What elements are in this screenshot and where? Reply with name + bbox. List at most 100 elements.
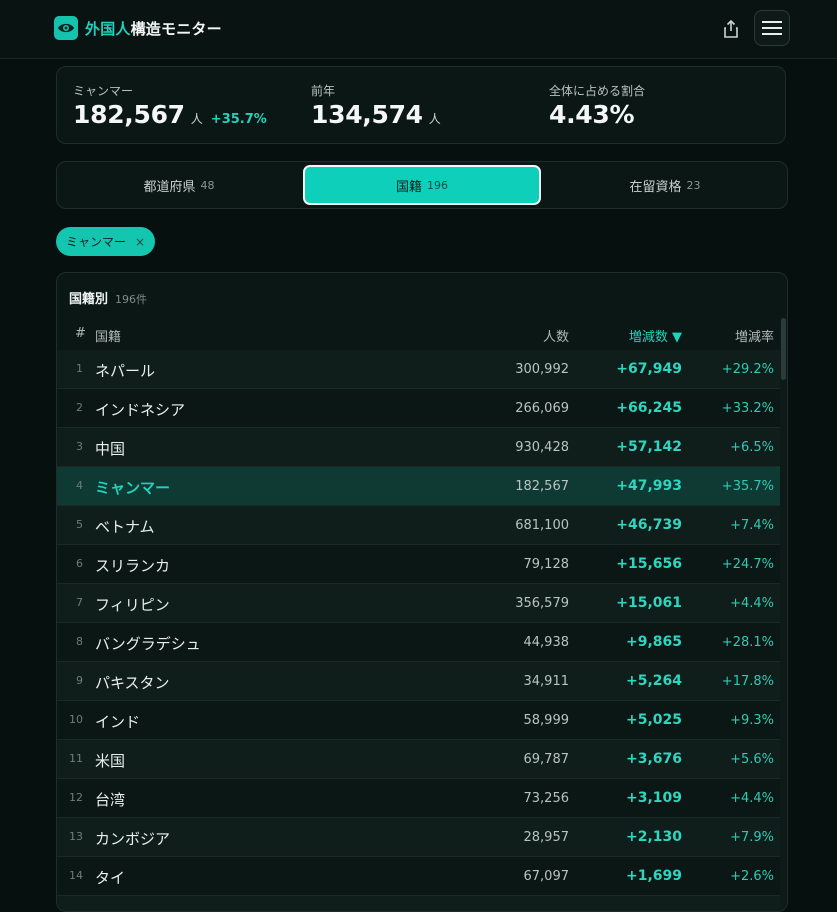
header-name[interactable]: 国籍 [95, 326, 121, 345]
row-nationality: スリランカ [95, 557, 171, 575]
table-row[interactable]: 8 バングラデシュ 44,938 +9,865 +28.1% [57, 623, 780, 662]
row-rank: 7 [76, 596, 83, 609]
table-row[interactable]: 3 中国 930,428 +57,142 +6.5% [57, 428, 780, 467]
row-rate: +29.2% [721, 362, 774, 377]
row-rank: 12 [69, 791, 83, 804]
row-nationality: バングラデシュ [95, 635, 201, 653]
scrollbar-thumb[interactable] [781, 318, 786, 380]
row-population: 69,787 [523, 752, 570, 767]
row-rate: +4.4% [730, 791, 774, 806]
header-delta-sorted[interactable]: 増減数 ▼ [629, 326, 682, 345]
row-rate: +28.1% [721, 635, 774, 650]
row-population: 930,428 [515, 440, 569, 455]
row-population: 681,100 [515, 518, 569, 533]
close-icon[interactable]: × [135, 235, 145, 249]
tab-prefecture-label: 都道府県 [143, 179, 196, 195]
table-count: 196件 [115, 293, 148, 306]
table-title: 国籍別 196件 [69, 288, 147, 307]
row-rank: 8 [76, 635, 83, 648]
tab-prefecture[interactable]: 都道府県 48 [60, 165, 298, 205]
row-delta: +66,245 [616, 400, 682, 416]
menu-button[interactable] [754, 10, 790, 46]
row-rate: +17.8% [721, 674, 774, 689]
stat-previous-unit: 人 [428, 112, 441, 126]
app-title: 外国人構造モニター [85, 18, 222, 39]
nationality-table-panel: 国籍別 196件 # 国籍 人数 増減数 ▼ 増減率 1 ネパール 300,992 +… [56, 272, 788, 912]
row-rank: 11 [69, 752, 83, 765]
stat-share: 全体に占める割合 4.43% [549, 82, 645, 129]
header-rate[interactable]: 増減率 [735, 326, 774, 345]
table-header: # 国籍 人数 増減数 ▼ 増減率 [57, 318, 780, 351]
stat-share-value: 4.43% [549, 100, 635, 129]
row-rank: 1 [76, 362, 83, 375]
row-rate: +2.6% [730, 869, 774, 884]
table-row[interactable]: 14 タイ 67,097 +1,699 +2.6% [57, 857, 780, 896]
table-row[interactable]: 5 ベトナム 681,100 +46,739 +7.4% [57, 506, 780, 545]
stat-previous-label: 前年 [311, 84, 336, 98]
header-rank: # [75, 326, 86, 341]
app-logo[interactable]: 外国人構造モニター [54, 16, 222, 40]
row-delta: +1,699 [625, 868, 682, 884]
stat-previous-value: 134,574 [311, 100, 423, 129]
table-row[interactable]: 9 パキスタン 34,911 +5,264 +17.8% [57, 662, 780, 701]
row-population: 182,567 [515, 479, 569, 494]
table-row[interactable]: 13 カンボジア 28,957 +2,130 +7.9% [57, 818, 780, 857]
row-nationality: カンボジア [95, 830, 171, 848]
row-delta: +3,676 [625, 751, 682, 767]
stat-current-change: +35.7% [210, 112, 267, 127]
row-population: 300,992 [515, 362, 569, 377]
row-nationality: フィリピン [95, 596, 170, 614]
table-row[interactable]: 10 インド 58,999 +5,025 +9.3% [57, 701, 780, 740]
table-body: 1 ネパール 300,992 +67,949 +29.2% 2 インドネシア 266,069 +… [57, 350, 780, 911]
tab-residence-status[interactable]: 在留資格 23 [546, 165, 784, 205]
row-delta: +67,949 [616, 361, 682, 377]
row-population: 356,579 [515, 596, 569, 611]
tab-prefecture-count: 48 [200, 178, 215, 192]
row-delta: +15,061 [616, 595, 682, 611]
row-population: 34,911 [523, 674, 570, 689]
table-row[interactable]: 7 フィリピン 356,579 +15,061 +4.4% [57, 584, 780, 623]
row-nationality: タイ [95, 869, 126, 887]
filter-chip[interactable]: ミャンマー × [56, 227, 156, 256]
row-delta: +46,739 [616, 517, 682, 533]
table-row[interactable] [57, 896, 780, 911]
row-rank: 10 [69, 713, 83, 726]
row-nationality: 中国 [95, 440, 126, 458]
table-scrollbar[interactable] [780, 318, 787, 911]
row-nationality: ミャンマー [95, 479, 171, 497]
table-row[interactable]: 1 ネパール 300,992 +67,949 +29.2% [57, 350, 780, 389]
row-rate: +9.3% [730, 713, 774, 728]
row-delta: +5,025 [625, 712, 682, 728]
row-delta: +2,130 [625, 829, 682, 845]
row-rank: 14 [69, 869, 83, 882]
stat-previous: 前年 134,574 人 [311, 82, 441, 129]
row-rate: +35.7% [721, 479, 774, 494]
row-delta: +9,865 [625, 634, 682, 650]
row-delta: +15,656 [616, 556, 682, 572]
stat-current: ミャンマー 182,567 人 +35.7% [73, 82, 267, 129]
row-nationality: インドネシア [95, 401, 186, 419]
header-population[interactable]: 人数 [543, 326, 569, 345]
row-nationality: ベトナム [95, 518, 155, 536]
table-row[interactable]: 2 インドネシア 266,069 +66,245 +33.2% [57, 389, 780, 428]
app-title-rest: 構造モニター [130, 19, 222, 38]
stat-share-label: 全体に占める割合 [549, 84, 646, 98]
tab-residence-status-count: 23 [686, 178, 701, 192]
tab-nationality-label: 国籍 [395, 179, 422, 195]
row-population: 44,938 [523, 635, 570, 650]
table-row[interactable]: 12 台湾 73,256 +3,109 +4.4% [57, 779, 780, 818]
table-row[interactable]: 11 米国 69,787 +3,676 +5.6% [57, 740, 780, 779]
row-nationality: パキスタン [95, 674, 170, 692]
row-nationality: インド [95, 713, 141, 731]
tab-nationality[interactable]: 国籍 196 [303, 165, 541, 205]
table-row[interactable]: 6 スリランカ 79,128 +15,656 +24.7% [57, 545, 780, 584]
row-rank: 6 [76, 557, 83, 570]
row-delta: +47,993 [616, 478, 682, 494]
table-row[interactable]: 4 ミャンマー 182,567 +47,993 +35.7% [57, 467, 780, 506]
row-rank: 13 [69, 830, 83, 843]
row-rate: +7.9% [730, 830, 774, 845]
tab-nationality-count: 196 [427, 178, 448, 192]
row-delta: +57,142 [616, 439, 682, 455]
row-rank: 9 [76, 674, 83, 687]
share-icon[interactable] [718, 16, 744, 42]
